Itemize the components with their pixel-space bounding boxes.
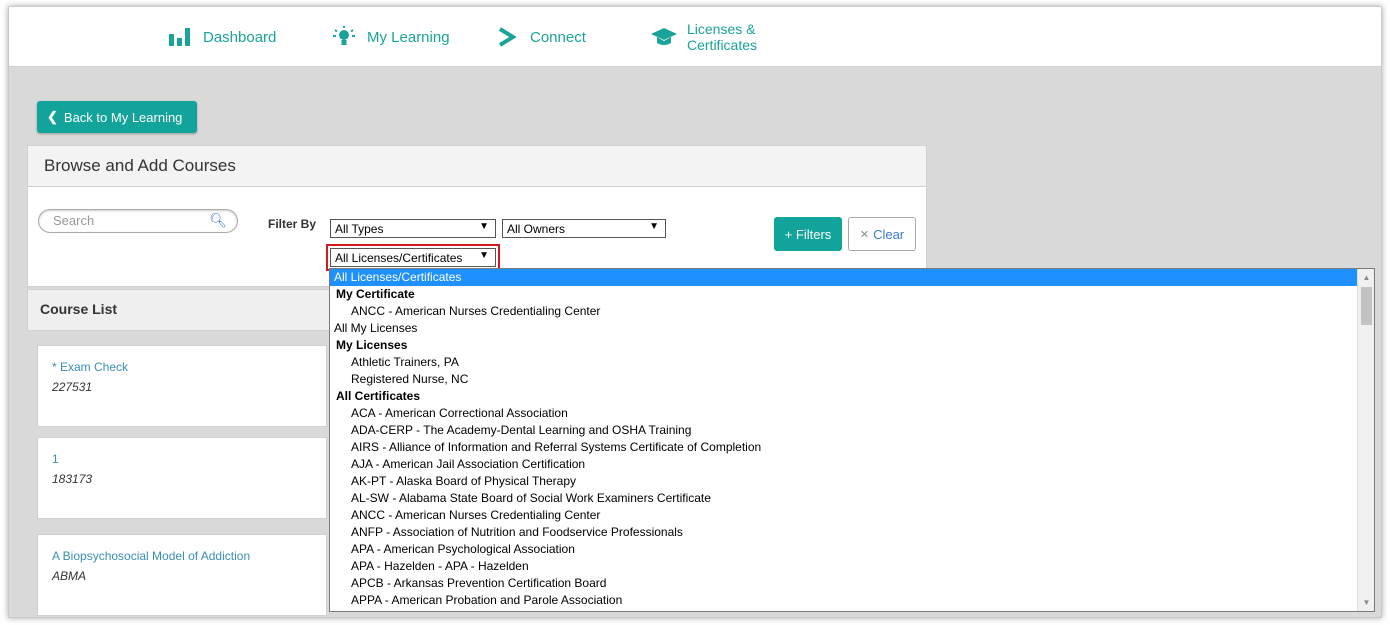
close-icon: ✕ <box>859 228 870 241</box>
nav-dashboard[interactable]: Dashboard <box>167 7 276 67</box>
dropdown-option[interactable]: ANCC - American Nurses Credentialing Cen… <box>330 507 1357 524</box>
course-code: ABMA <box>52 569 87 583</box>
nav-connect[interactable]: Connect <box>494 7 586 67</box>
nav-my-learning-label: My Learning <box>367 28 450 46</box>
nav-dashboard-label: Dashboard <box>203 28 277 46</box>
dropdown-option[interactable]: AL-SW - Alabama State Board of Social Wo… <box>330 490 1357 507</box>
chevron-left-icon: ❮ <box>47 109 58 124</box>
search-icon[interactable]: 🔍︎ <box>209 212 227 229</box>
course-title-link[interactable]: A Biopsychosocial Model of Addiction <box>52 549 326 563</box>
scroll-down-icon[interactable]: ▼ <box>1358 594 1374 611</box>
search-input[interactable]: Search 🔍︎ <box>38 209 238 233</box>
dropdown-option[interactable]: Registered Nurse, NC <box>330 371 1357 388</box>
course-card[interactable]: 1 183173 <box>37 437 327 519</box>
course-card[interactable]: A Biopsychosocial Model of Addiction ABM… <box>37 534 327 616</box>
license-select-value: All Licenses/Certificates <box>335 251 463 265</box>
back-to-my-learning-button[interactable]: ❮ Back to My Learning <box>37 101 197 133</box>
type-select-value: All Types <box>335 222 384 236</box>
dropdown-option[interactable]: APA - Hazelden - APA - Hazelden <box>330 558 1357 575</box>
filter-by-label: Filter By <box>268 217 317 231</box>
dropdown-arrow-icon: ▼ <box>649 221 659 232</box>
page-title: Browse and Add Courses <box>27 145 927 187</box>
owner-select-value: All Owners <box>507 222 566 236</box>
bar-chart-icon <box>167 26 193 48</box>
dropdown-option[interactable]: AIRS - Alliance of Information and Refer… <box>330 439 1357 456</box>
add-filters-button[interactable]: + Filters <box>774 217 842 251</box>
nav-my-learning[interactable]: My Learning <box>331 7 450 67</box>
dropdown-option[interactable]: ACA - American Correctional Association <box>330 405 1357 422</box>
course-code: 183173 <box>52 472 93 486</box>
course-card[interactable]: * Exam Check 227531 <box>37 345 327 427</box>
dropdown-scrollbar[interactable]: ▲ ▼ <box>1357 269 1374 611</box>
search-placeholder: Search <box>53 213 95 228</box>
clear-label: Clear <box>873 226 905 242</box>
course-title-link[interactable]: 1 <box>52 452 326 466</box>
scrollbar-thumb[interactable] <box>1361 287 1372 325</box>
dropdown-option[interactable]: Athletic Trainers, PA <box>330 354 1357 371</box>
back-button-label: Back to My Learning <box>63 109 183 125</box>
scroll-up-icon[interactable]: ▲ <box>1358 269 1374 286</box>
course-title-link[interactable]: * Exam Check <box>52 360 326 374</box>
nav-licenses-certificates[interactable]: Licenses & Certificates <box>651 7 757 67</box>
lightbulb-icon <box>331 26 357 48</box>
dropdown-arrow-icon: ▼ <box>479 221 489 232</box>
dropdown-option[interactable]: APPA - American Probation and Parole Ass… <box>330 592 1357 609</box>
nav-licenses-label: Licenses & Certificates <box>687 21 757 53</box>
owner-select[interactable]: All Owners ▼ <box>502 219 666 238</box>
dropdown-option[interactable]: APCB - Arkansas Prevention Certification… <box>330 575 1357 592</box>
type-select[interactable]: All Types ▼ <box>330 219 496 238</box>
dropdown-arrow-icon: ▼ <box>479 250 489 261</box>
dropdown-option[interactable]: AK-PT - Alaska Board of Physical Therapy <box>330 473 1357 490</box>
dropdown-option-group: All Certificates <box>336 389 421 403</box>
nav-connect-label: Connect <box>530 28 586 46</box>
chevron-right-icon <box>494 26 520 48</box>
dropdown-option[interactable]: All My Licenses <box>330 320 1357 337</box>
license-certificate-select[interactable]: All Licenses/Certificates ▼ <box>326 244 500 271</box>
course-code: 227531 <box>52 380 93 394</box>
dropdown-option-group: My Licenses <box>336 338 408 352</box>
graduation-cap-icon <box>651 26 677 48</box>
top-navigation: Dashboard My Learning Connect Licenses &… <box>9 7 1381 67</box>
app-window: Dashboard My Learning Connect Licenses &… <box>8 6 1382 618</box>
dropdown-option[interactable]: All Licenses/Certificates <box>330 269 1357 286</box>
dropdown-options: All Licenses/Certificates My Certificate A… <box>330 269 1357 609</box>
clear-filters-button[interactable]: ✕ Clear <box>848 217 916 251</box>
dropdown-option[interactable]: ADA-CERP - The Academy-Dental Learning a… <box>330 422 1357 439</box>
dropdown-option[interactable]: APA - American Psychological Association <box>330 541 1357 558</box>
dropdown-option[interactable]: ANFP - Association of Nutrition and Food… <box>330 524 1357 541</box>
dropdown-option[interactable]: AJA - American Jail Association Certific… <box>330 456 1357 473</box>
license-certificate-dropdown-list[interactable]: All Licenses/Certificates My Certificate A… <box>329 268 1375 612</box>
dropdown-option-group: My Certificate <box>336 287 415 301</box>
dropdown-option[interactable]: ANCC - American Nurses Credentialing Cen… <box>330 303 1357 320</box>
nav-licenses-label-line2: Certificates <box>687 37 758 53</box>
nav-licenses-label-line1: Licenses & <box>687 21 756 37</box>
